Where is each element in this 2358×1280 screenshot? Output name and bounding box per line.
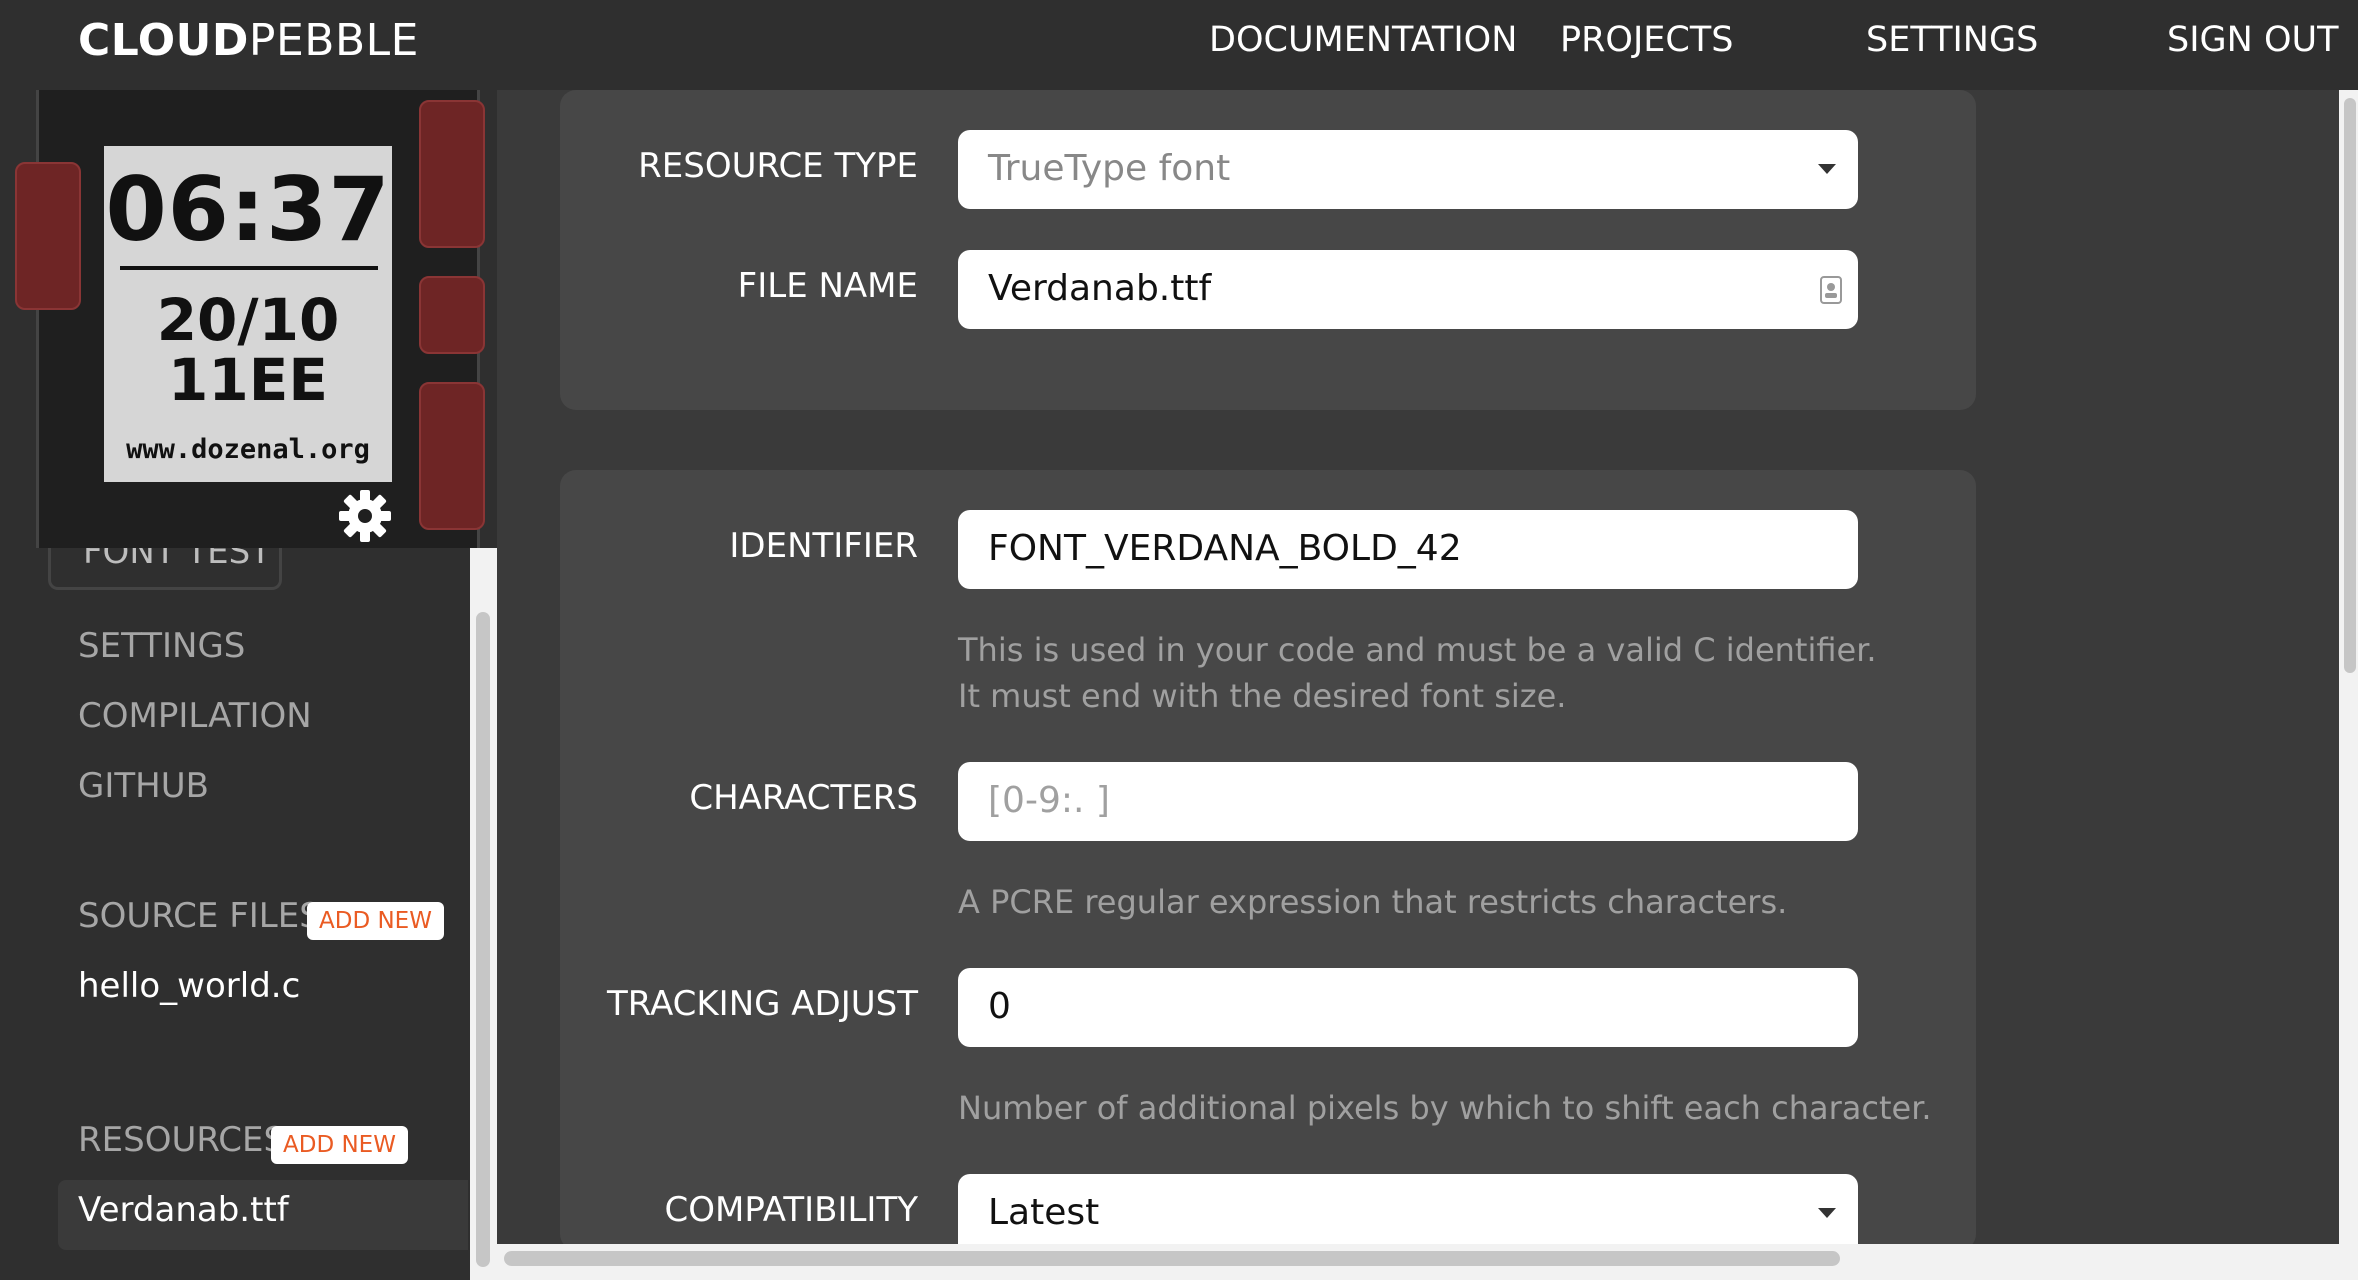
brand-rest-text: PEBBLE (248, 15, 419, 66)
sidebar-item-settings[interactable]: SETTINGS (78, 626, 245, 666)
watch-divider (120, 266, 378, 270)
characters-label: CHARACTERS (689, 778, 918, 818)
identifier-help-line-1: This is used in your code and must be a … (958, 631, 1877, 669)
emulator-up-button[interactable] (419, 100, 485, 248)
sidebar-scrollbar-thumb[interactable] (476, 612, 490, 1267)
tracking-adjust-label: TRACKING ADJUST (606, 984, 918, 1024)
brand-logo[interactable]: CLOUDPEBBLE (78, 14, 419, 68)
compatibility-label: COMPATIBILITY (664, 1190, 918, 1230)
nav-projects[interactable]: PROJECTS (1560, 18, 1733, 62)
resources-heading: RESOURCES (78, 1120, 286, 1160)
emulator-screen: 06:37 20/10 11EE www.dozenal.org (104, 146, 392, 482)
top-navigation: CLOUDPEBBLE DOCUMENTATION PROJECTS SETTI… (0, 0, 2358, 90)
emulator-select-button[interactable] (419, 276, 485, 354)
watch-year: 11EE (168, 346, 328, 414)
tracking-adjust-value: 0 (988, 986, 1011, 1027)
emulator-back-button[interactable] (15, 162, 81, 310)
identifier-value: FONT_VERDANA_BOLD_42 (988, 528, 1462, 569)
watch-time: 06:37 (105, 158, 391, 261)
emulator-down-button[interactable] (419, 382, 485, 530)
resource-type-label: RESOURCE TYPE (638, 146, 918, 186)
nav-documentation[interactable]: DOCUMENTATION (1209, 18, 1517, 62)
characters-help: A PCRE regular expression that restricts… (958, 883, 1788, 921)
gear-icon[interactable] (337, 488, 393, 544)
file-name-field[interactable]: Verdanab.ttf (958, 250, 1858, 329)
watch-date: 20/10 (156, 286, 340, 354)
sidebar-item-github[interactable]: GITHUB (78, 766, 209, 806)
file-name-label: FILE NAME (737, 266, 918, 306)
source-file-item[interactable]: hello_world.c (78, 966, 300, 1006)
resource-item-label: Verdanab.ttf (78, 1190, 289, 1230)
tracking-adjust-field[interactable]: 0 (958, 968, 1858, 1047)
source-files-heading: SOURCE FILES (78, 896, 321, 936)
vertical-scrollbar-thumb[interactable] (2344, 98, 2356, 673)
add-source-file-button[interactable]: ADD NEW (307, 902, 444, 940)
nav-sign-out[interactable]: SIGN OUT (2167, 18, 2339, 62)
identifier-field[interactable]: FONT_VERDANA_BOLD_42 (958, 510, 1858, 589)
chevron-down-icon (1818, 164, 1836, 174)
watch-url: www.dozenal.org (126, 434, 370, 465)
characters-placeholder: [0-9:. ] (988, 780, 1110, 821)
brand-bold-text: CLOUD (78, 15, 249, 66)
resource-type-select[interactable]: TrueType font (958, 130, 1858, 209)
sidebar-item-compilation[interactable]: COMPILATION (78, 696, 312, 736)
compatibility-value: Latest (988, 1192, 1100, 1233)
chevron-down-icon (1818, 1208, 1836, 1218)
compatibility-select[interactable]: Latest (958, 1174, 1858, 1244)
identifier-label: IDENTIFIER (729, 526, 918, 566)
nav-settings[interactable]: SETTINGS (1866, 18, 2038, 62)
file-name-value: Verdanab.ttf (988, 268, 1212, 309)
contact-card-icon[interactable] (1820, 276, 1842, 304)
add-resource-button[interactable]: ADD NEW (271, 1126, 408, 1164)
horizontal-scrollbar-thumb[interactable] (504, 1251, 1840, 1266)
tracking-adjust-help: Number of additional pixels by which to … (958, 1089, 1932, 1127)
resource-type-value: TrueType font (988, 148, 1231, 189)
characters-field[interactable]: [0-9:. ] (958, 762, 1858, 841)
resource-item-active[interactable]: Verdanab.ttf (58, 1180, 468, 1250)
identifier-help-line-2: It must end with the desired font size. (958, 677, 1567, 715)
